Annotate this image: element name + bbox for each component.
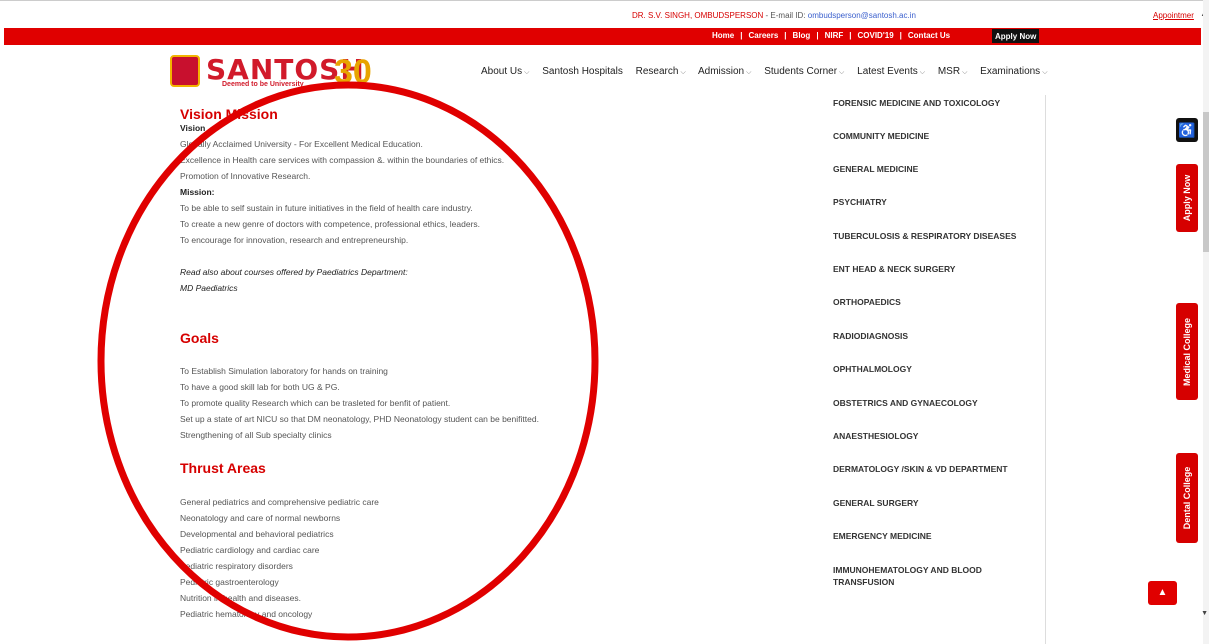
link-contact-us[interactable]: Contact Us [908, 31, 950, 40]
thrust-line: Pediatric gastroenterology [180, 577, 279, 587]
separator: | [816, 31, 819, 40]
university-emblem-icon[interactable] [170, 55, 200, 87]
thrust-line: Pediatric cardiology and cardiac care [180, 545, 320, 555]
link-covid[interactable]: COVID'19 [858, 31, 894, 40]
sidebar-item-general-surgery[interactable]: GENERAL SURGERY [833, 497, 1033, 509]
nav-students-corner[interactable]: Students Corner ⌵ [764, 66, 844, 77]
vision-line: Excellence in Health care services with … [180, 155, 505, 165]
goal-line: To have a good skill lab for both UG & P… [180, 382, 340, 392]
scrollbar-thumb[interactable] [1203, 112, 1209, 252]
appointment-link[interactable]: Appointmer [1153, 11, 1194, 20]
medical-college-side-tab[interactable]: Medical College [1176, 303, 1198, 400]
ombudsperson-name: DR. S.V. SINGH, OMBUDSPERSON [632, 11, 764, 20]
nav-santosh-hospitals[interactable]: Santosh Hospitals [542, 66, 623, 77]
nav-about-us[interactable]: About Us ⌵ [481, 66, 529, 77]
vision-label: Vision [180, 123, 206, 133]
sidebar-item-tuberculosis[interactable]: TUBERCULOSIS & RESPIRATORY DISEASES [833, 230, 1033, 242]
scroll-to-top-button[interactable]: ▲ [1148, 581, 1177, 605]
mission-line: To be able to self sustain in future ini… [180, 203, 473, 213]
read-also-text: Read also about courses offered by Paedi… [180, 267, 408, 277]
medical-college-label: Medical College [1182, 317, 1192, 386]
ombudsperson-email-link[interactable]: ombudsperson@santosh.ac.in [808, 11, 916, 20]
site-header: SANTOSH Deemed to be University 30 About… [0, 45, 1209, 97]
thrust-line: Pediatric hematology and oncology [180, 609, 313, 619]
thrust-areas-heading: Thrust Areas [180, 460, 266, 476]
thrust-line: Nutrition in health and diseases. [180, 593, 301, 603]
nav-msr[interactable]: MSR ⌵ [938, 66, 968, 77]
chevron-down-icon: ⌵ [919, 69, 926, 76]
scroll-down-arrow-icon[interactable]: ▼ [1201, 610, 1208, 617]
sidebar-item-radiodiagnosis[interactable]: RADIODIAGNOSIS [833, 330, 1033, 342]
sidebar-item-ent[interactable]: ENT HEAD & NECK SURGERY [833, 263, 1033, 275]
mission-label: Mission: [180, 187, 215, 197]
sidebar-item-immunohematology[interactable]: IMMUNOHEMATOLOGY AND BLOOD TRANSFUSION [833, 564, 1003, 588]
sidebar-item-psychiatry[interactable]: PSYCHIATRY [833, 196, 1033, 208]
top-links: Home | Careers | Blog | NIRF | COVID'19 | Contact … [712, 31, 950, 40]
link-careers[interactable]: Careers [748, 31, 778, 40]
dental-college-side-tab[interactable]: Dental College [1176, 453, 1198, 543]
chevron-down-icon: ⌵ [1042, 69, 1048, 76]
nav-latest-events[interactable]: Latest Events ⌵ [857, 66, 925, 77]
chevron-down-icon: ⌵ [680, 69, 686, 76]
sidebar-item-ophthalmology[interactable]: OPHTHALMOLOGY [833, 363, 1033, 375]
separator: | [899, 31, 902, 40]
apply-now-side-label: Apply Now [1182, 174, 1192, 222]
goal-line: To Establish Simulation laboratory for h… [180, 366, 388, 376]
md-paediatrics-link[interactable]: MD Paediatrics [180, 280, 238, 296]
vision-line: Promotion of Innovative Research. [180, 171, 311, 181]
email-label: - E-mail ID: [763, 11, 808, 20]
anniversary-30-logo: 30 [334, 53, 372, 91]
page-scrollbar[interactable] [1203, 0, 1209, 644]
goals-heading: Goals [180, 330, 219, 346]
apply-now-top-button[interactable]: Apply Now [992, 29, 1040, 43]
nav-examinations[interactable]: Examinations ⌵ [980, 66, 1047, 77]
sidebar-item-dermatology[interactable]: DERMATOLOGY /SKIN & VD DEPARTMENT [833, 463, 1033, 475]
red-link-bar: Home | Careers | Blog | NIRF | COVID'19 | Contact … [4, 28, 1201, 45]
link-blog[interactable]: Blog [793, 31, 811, 40]
goal-line: Set up a state of art NICU so that DM ne… [180, 414, 539, 424]
department-sidebar: FORENSIC MEDICINE AND TOXICOLOGY COMMUNI… [820, 95, 1046, 644]
logo-subtitle: Deemed to be University [222, 81, 304, 88]
chevron-down-icon: ⌵ [962, 69, 968, 76]
mission-line: To create a new genre of doctors with co… [180, 219, 481, 229]
sidebar-item-anaesthesiology[interactable]: ANAESTHESIOLOGY [833, 430, 1033, 442]
link-nirf[interactable]: NIRF [825, 31, 844, 40]
dental-college-label: Dental College [1182, 466, 1192, 530]
top-info-bar: DR. S.V. SINGH, OMBUDSPERSON - E-mail ID… [0, 0, 1209, 28]
thrust-line: Neonatology and care of normal newborns [180, 513, 341, 523]
goal-line: To promote quality Research which can be… [180, 398, 451, 408]
ombudsperson-info: DR. S.V. SINGH, OMBUDSPERSON - E-mail ID… [632, 11, 916, 20]
chevron-down-icon: ⌵ [839, 69, 845, 76]
thrust-line: Developmental and behavioral pediatrics [180, 529, 334, 539]
mission-line: To encourage for innovation, research an… [180, 235, 409, 245]
apply-now-side-tab[interactable]: Apply Now [1176, 164, 1198, 232]
sidebar-item-obstetrics[interactable]: OBSTETRICS AND GYNAECOLOGY [833, 397, 1033, 409]
separator: | [784, 31, 787, 40]
sidebar-item-general-medicine[interactable]: GENERAL MEDICINE [833, 163, 1033, 175]
nav-research[interactable]: Research ⌵ [636, 66, 686, 77]
separator: | [740, 31, 743, 40]
sidebar-item-emergency-medicine[interactable]: EMERGENCY MEDICINE [833, 530, 1033, 542]
link-home[interactable]: Home [712, 31, 734, 40]
sidebar-item-forensic-medicine[interactable]: FORENSIC MEDICINE AND TOXICOLOGY [833, 97, 1033, 109]
main-nav: About Us ⌵ Santosh Hospitals Research ⌵ Ad… [481, 66, 1058, 77]
separator: | [849, 31, 852, 40]
chevron-down-icon: ⌵ [524, 69, 530, 76]
accessibility-icon[interactable]: ♿ [1176, 118, 1198, 142]
chevron-down-icon: ⌵ [746, 69, 752, 76]
vision-line: Globally Acclaimed University - For Exce… [180, 139, 423, 149]
thrust-line: Pediatric respiratory disorders [180, 561, 293, 571]
sidebar-item-community-medicine[interactable]: COMMUNITY MEDICINE [833, 130, 1033, 142]
sidebar-item-orthopaedics[interactable]: ORTHOPAEDICS [833, 296, 1033, 308]
nav-admission[interactable]: Admission ⌵ [698, 66, 751, 77]
goal-line: Strengthening of all Sub specialty clini… [180, 430, 332, 440]
thrust-line: General pediatrics and comprehensive ped… [180, 497, 379, 507]
